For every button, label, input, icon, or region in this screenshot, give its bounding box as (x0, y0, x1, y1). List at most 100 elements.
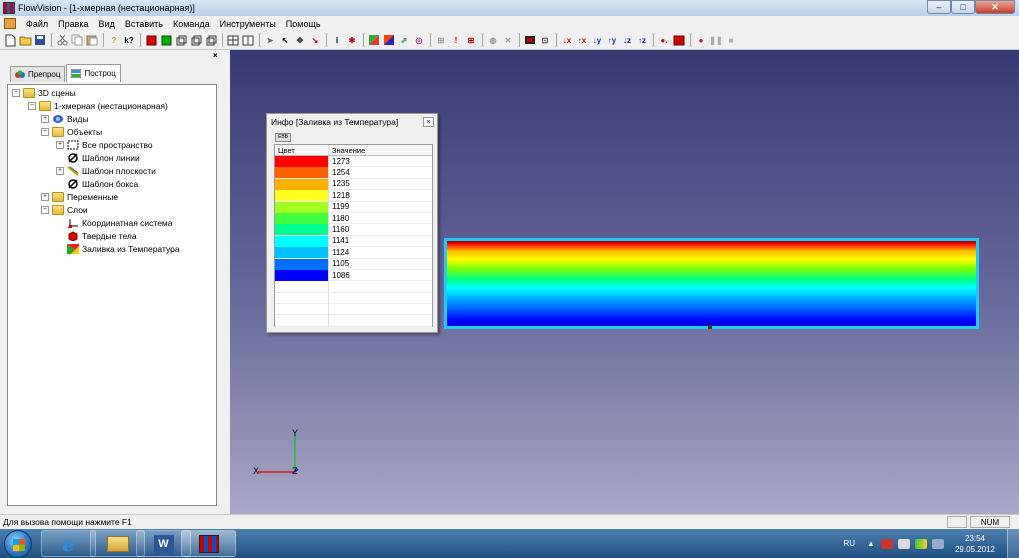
language-indicator[interactable]: RU (843, 539, 855, 548)
menu-command[interactable]: Команда (168, 19, 215, 29)
legend-row[interactable]: 1218 (275, 190, 432, 202)
tree-node-layers[interactable]: − Слои (41, 203, 88, 216)
info-close-button[interactable]: × (423, 117, 434, 127)
collapse-icon[interactable]: − (41, 205, 49, 214)
probe-red-icon[interactable]: ✱ (345, 33, 359, 47)
save-icon[interactable] (33, 33, 47, 47)
tree-node-scene[interactable]: − 1-хмерная (нестационарная) (28, 99, 168, 112)
tree-node-box-template[interactable]: Шаблон бокса (67, 177, 138, 190)
legend-row[interactable]: 1254 (275, 167, 432, 179)
tree-node-line-template[interactable]: Шаблон линии (67, 151, 140, 164)
show-desktop-button[interactable] (1007, 529, 1019, 558)
menu-file[interactable]: Файл (21, 19, 53, 29)
legend-row[interactable]: 1124 (275, 247, 432, 259)
start-button[interactable] (4, 530, 32, 558)
layout-icon[interactable] (226, 33, 240, 47)
tree-node-solids[interactable]: Твердые тела (67, 229, 137, 242)
view-pos-x-icon[interactable]: ↑x (575, 33, 589, 47)
tree-node-coord-system[interactable]: Координатная система (67, 216, 173, 229)
volume-icon[interactable] (931, 538, 944, 549)
tab-postproc[interactable]: Построц (66, 64, 121, 82)
gradient-icon[interactable] (382, 33, 396, 47)
screenshot-icon[interactable]: ⊡ (538, 33, 552, 47)
record-icon[interactable]: ● (694, 33, 708, 47)
panel-close-button[interactable]: × (213, 51, 218, 60)
taskbar-flowvision[interactable] (181, 530, 236, 557)
tray-expand-icon[interactable]: ▲ (867, 539, 875, 548)
tree-node-fill-temperature[interactable]: Заливка из Температура (67, 242, 180, 255)
wire-cube-3-icon[interactable] (204, 33, 218, 47)
monitor-red-icon[interactable] (672, 33, 686, 47)
menu-tools[interactable]: Инструменты (215, 19, 281, 29)
collapse-icon[interactable]: − (12, 88, 20, 97)
legend-row[interactable]: 1199 (275, 201, 432, 213)
grid-icon[interactable]: ⊞ (434, 33, 448, 47)
table-icon[interactable]: ⊞ (464, 33, 478, 47)
tree-node-3d-scenes[interactable]: − 3D сцены (12, 86, 76, 99)
wire-cube-2-icon[interactable] (189, 33, 203, 47)
legend-row[interactable]: 1273 (275, 156, 432, 168)
select-icon[interactable]: ↖ (278, 33, 292, 47)
menu-help[interactable]: Помощь (281, 19, 326, 29)
pointer-icon[interactable]: ➤ (263, 33, 277, 47)
probe-points-icon[interactable]: ●. (657, 33, 671, 47)
disabled-x-icon[interactable]: ✕ (501, 33, 515, 47)
expand-icon[interactable]: + (56, 140, 64, 149)
legend-col-value[interactable]: Значение (329, 145, 365, 155)
paste-icon[interactable] (85, 33, 99, 47)
info-export-button[interactable]: ЕВВ (275, 133, 291, 142)
legend-row[interactable]: 1160 (275, 224, 432, 236)
disabled-circle-icon[interactable]: ◍ (486, 33, 500, 47)
color-fill-icon[interactable] (367, 33, 381, 47)
close-button[interactable]: ✕ (975, 0, 1015, 14)
context-help-icon[interactable]: k? (122, 33, 136, 47)
green-cube-icon[interactable] (159, 33, 173, 47)
menu-view[interactable]: Вид (94, 19, 120, 29)
network-icon[interactable] (897, 538, 910, 549)
temperature-fill-bar[interactable] (444, 238, 979, 329)
view-pos-z-icon[interactable]: ↑z (635, 33, 649, 47)
screen-icon[interactable] (523, 33, 537, 47)
arrow-red-icon[interactable]: ↘ (308, 33, 322, 47)
info-window[interactable]: Инфо [Заливка из Температура] × ЕВВ Цвет… (266, 113, 438, 333)
isolines-icon[interactable]: ◎ (412, 33, 426, 47)
legend-row[interactable]: 1105 (275, 258, 432, 270)
new-file-icon[interactable] (3, 33, 17, 47)
tree-node-objects[interactable]: − Объекты (41, 125, 102, 138)
red-cube-icon[interactable] (144, 33, 158, 47)
move-icon[interactable]: ✥ (293, 33, 307, 47)
probe-icon[interactable]: ⅰ (330, 33, 344, 47)
legend-row[interactable]: 1235 (275, 178, 432, 191)
tree-node-variables[interactable]: + Переменные (41, 190, 118, 203)
minimize-button[interactable]: – (927, 0, 951, 14)
collapse-icon[interactable]: − (28, 101, 36, 110)
legend-col-color[interactable]: Цвет (275, 145, 329, 155)
view-neg-z-icon[interactable]: ↓z (620, 33, 634, 47)
legend-row[interactable]: 1141 (275, 235, 432, 248)
collapse-icon[interactable]: − (41, 127, 49, 136)
menu-edit[interactable]: Правка (53, 19, 93, 29)
object-tree[interactable]: − 3D сцены − 1-хмерная (нестационарная) … (7, 84, 217, 506)
cut-icon[interactable] (55, 33, 69, 47)
layout-2-icon[interactable] (241, 33, 255, 47)
legend-row[interactable]: 1180 (275, 212, 432, 225)
taskbar-ie[interactable]: e (41, 530, 96, 557)
alert-icon[interactable]: ! (449, 33, 463, 47)
maximize-button[interactable]: □ (951, 0, 975, 14)
copy-icon[interactable] (70, 33, 84, 47)
help-icon[interactable]: ? (107, 33, 121, 47)
view-neg-y-icon[interactable]: ↓y (590, 33, 604, 47)
tree-node-all-space[interactable]: + Все пространство (56, 138, 153, 151)
menu-insert[interactable]: Вставить (120, 19, 168, 29)
stop-icon[interactable]: ■ (724, 33, 738, 47)
tab-preproc[interactable]: Препроц (10, 66, 66, 82)
pause-icon[interactable]: ❚❚ (709, 33, 723, 47)
expand-icon[interactable]: + (41, 192, 49, 201)
signal-icon[interactable] (914, 538, 927, 549)
tree-node-plane-template[interactable]: + Шаблон плоскости (56, 164, 156, 177)
open-folder-icon[interactable] (18, 33, 32, 47)
document-icon[interactable] (4, 18, 16, 29)
vectors-icon[interactable]: ⇗ (397, 33, 411, 47)
view-neg-x-icon[interactable]: ↓x (560, 33, 574, 47)
expand-icon[interactable]: + (56, 166, 64, 175)
